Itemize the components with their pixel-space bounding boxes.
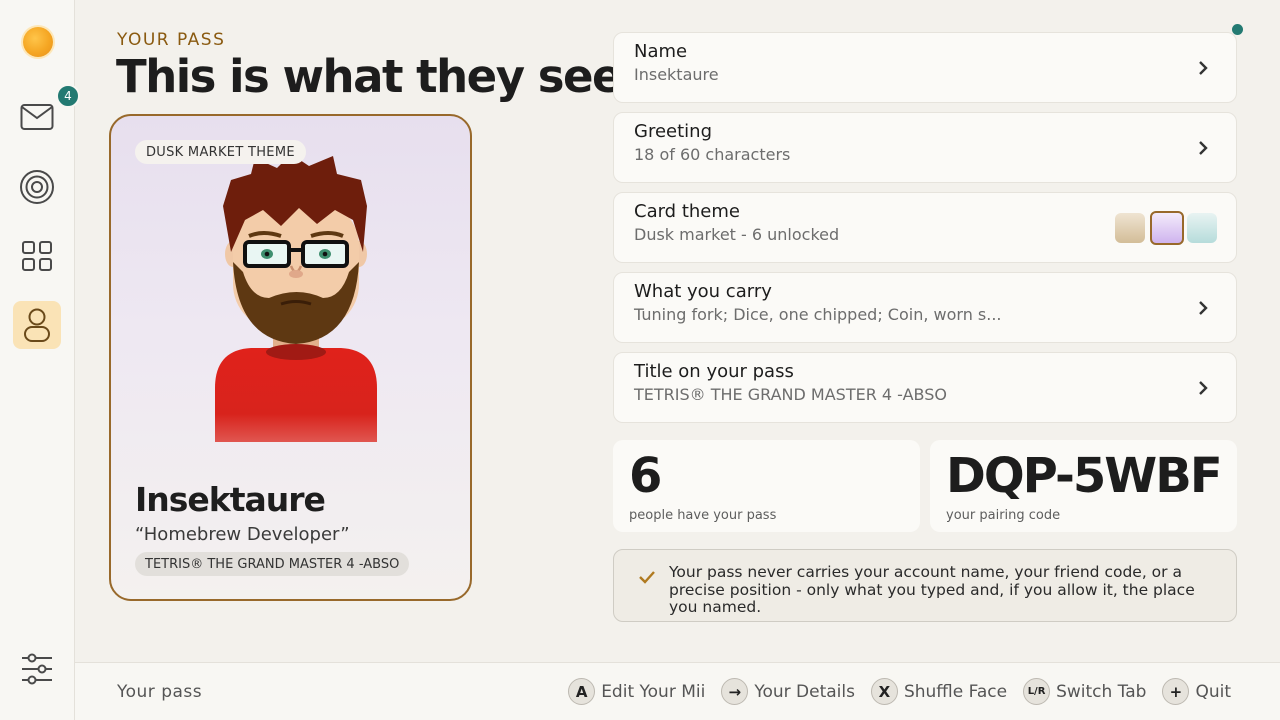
- card-name: Insektaure: [135, 480, 326, 519]
- lr-button-icon: L/R: [1023, 678, 1051, 705]
- settings-button[interactable]: [13, 645, 61, 693]
- pass-title-row-value: TETRIS® THE GRAND MASTER 4 -ABSO: [634, 385, 947, 404]
- grid-icon: [22, 241, 52, 271]
- hint-label: Shuffle Face: [903, 681, 1008, 702]
- pass-button[interactable]: [13, 301, 61, 349]
- card-theme-row-value: Dusk market - 6 unlocked: [634, 225, 840, 244]
- a-button-icon: A: [568, 678, 596, 705]
- mail-button[interactable]: [13, 93, 61, 141]
- theme-swatch-sand[interactable]: [1115, 213, 1145, 243]
- arrow-right-button-icon: →: [721, 678, 749, 705]
- pairing-code-label: your pairing code: [946, 508, 1061, 523]
- pass-title-row[interactable]: Title on your pass TETRIS® THE GRAND MAS…: [613, 352, 1237, 423]
- hint-label: Edit Your Mii: [601, 681, 706, 702]
- notification-dot: [1232, 24, 1243, 35]
- carry-row-label: What you carry: [634, 281, 772, 302]
- mail-icon: [20, 104, 54, 130]
- button-hints: A Edit Your Mii → Your Details X Shuffle…: [568, 678, 1237, 705]
- card-title-chip: TETRIS® THE GRAND MASTER 4 -ABSO: [135, 552, 410, 576]
- plus-button-icon: +: [1162, 678, 1190, 705]
- pass-card-preview[interactable]: DUSK MARKET THEME Insektaure “Homebrew D…: [109, 114, 472, 601]
- carry-row-value: Tuning fork; Dice, one chipped; Coin, wo…: [634, 305, 1002, 324]
- hint-switch-tab[interactable]: L/R Switch Tab: [1023, 678, 1152, 705]
- privacy-note-text: Your pass never carries your account nam…: [669, 563, 1195, 616]
- hint-label: Quit: [1195, 681, 1231, 702]
- theme-chip: DUSK MARKET THEME: [135, 140, 306, 164]
- greeting-row-label: Greeting: [634, 121, 712, 142]
- name-row[interactable]: Name Insektaure: [613, 32, 1237, 103]
- checkmark-icon: [639, 571, 655, 584]
- hint-quit[interactable]: + Quit: [1162, 678, 1237, 705]
- pairing-code: DQP-5WBF: [946, 448, 1223, 504]
- hint-your-details[interactable]: → Your Details: [721, 678, 861, 705]
- target-button[interactable]: [13, 163, 61, 211]
- carry-row[interactable]: What you carry Tuning fork; Dice, one ch…: [613, 272, 1237, 343]
- page-title: This is what they see: [116, 50, 623, 103]
- chevron-right-icon: [1199, 61, 1208, 75]
- footer-bar: Your pass A Edit Your Mii → Your Details…: [75, 662, 1280, 720]
- status-orb-icon[interactable]: [23, 27, 53, 57]
- target-icon: [20, 170, 54, 204]
- card-greeting: “Homebrew Developer”: [135, 524, 350, 545]
- pass-holders-stat: 6 people have your pass: [613, 440, 920, 532]
- greeting-row-value: 18 of 60 characters: [634, 145, 791, 164]
- pass-title-row-label: Title on your pass: [634, 361, 794, 382]
- sliders-icon: [22, 653, 52, 685]
- greeting-row[interactable]: Greeting 18 of 60 characters: [613, 112, 1237, 183]
- hint-shuffle-face[interactable]: X Shuffle Face: [870, 678, 1013, 705]
- hint-edit-mii[interactable]: A Edit Your Mii: [568, 678, 711, 705]
- chevron-right-icon: [1199, 381, 1208, 395]
- card-theme-row-label: Card theme: [634, 201, 740, 222]
- privacy-note: Your pass never carries your account nam…: [613, 549, 1237, 622]
- pass-holders-count: 6: [629, 448, 662, 504]
- page-eyebrow: YOUR PASS: [117, 30, 226, 50]
- name-row-label: Name: [634, 41, 688, 62]
- card-theme-row[interactable]: Card theme Dusk market - 6 unlocked: [613, 192, 1237, 263]
- theme-swatch-dusk-selected[interactable]: [1150, 211, 1184, 245]
- chevron-right-icon: [1199, 141, 1208, 155]
- grid-button[interactable]: [13, 232, 61, 280]
- hint-label: Switch Tab: [1056, 681, 1147, 702]
- chevron-right-icon: [1199, 301, 1208, 315]
- mii-avatar: [215, 154, 377, 442]
- name-row-value: Insektaure: [634, 65, 719, 84]
- mail-badge: 4: [56, 84, 80, 108]
- theme-swatch-mint[interactable]: [1187, 213, 1217, 243]
- footer-title: Your pass: [117, 682, 203, 702]
- person-icon: [24, 308, 50, 342]
- hint-label: Your Details: [754, 681, 855, 702]
- pairing-code-stat: DQP-5WBF your pairing code: [930, 440, 1237, 532]
- sidebar: 4: [0, 0, 80, 720]
- pass-holders-label: people have your pass: [629, 508, 777, 523]
- x-button-icon: X: [870, 678, 898, 705]
